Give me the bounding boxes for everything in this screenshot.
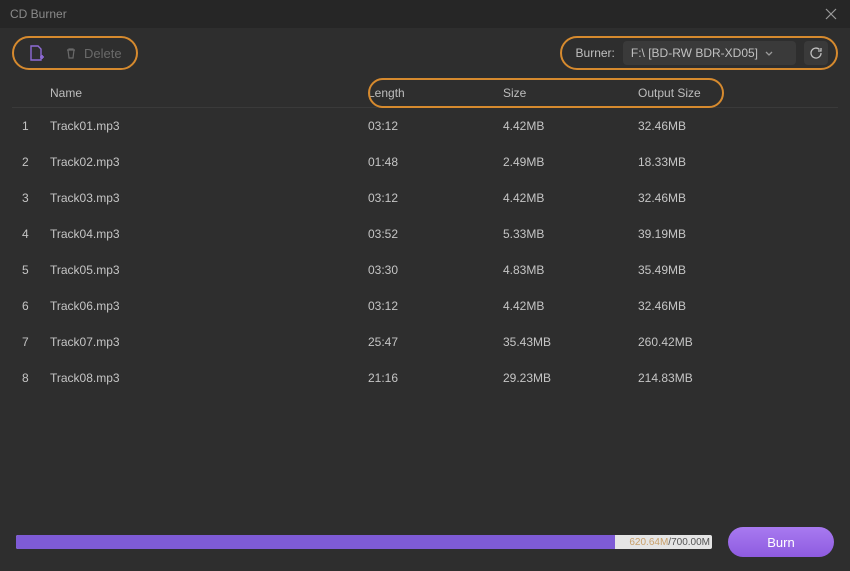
row-index: 1 bbox=[12, 119, 50, 133]
row-index: 7 bbox=[12, 335, 50, 349]
titlebar: CD Burner bbox=[0, 0, 850, 28]
row-size: 4.83MB bbox=[503, 263, 638, 277]
left-actions-highlight: Delete bbox=[12, 36, 138, 70]
window-title: CD Burner bbox=[10, 7, 822, 21]
row-length: 03:52 bbox=[368, 227, 503, 241]
col-size: Size bbox=[503, 86, 638, 100]
refresh-button[interactable] bbox=[804, 41, 828, 65]
track-table: Name Length Size Output Size 1Track01.mp… bbox=[0, 78, 850, 396]
burner-selection-highlight: Burner: F:\ [BD-RW BDR-XD05] bbox=[560, 36, 838, 70]
col-name: Name bbox=[50, 86, 368, 100]
row-length: 01:48 bbox=[368, 155, 503, 169]
burner-value: F:\ [BD-RW BDR-XD05] bbox=[631, 46, 758, 60]
table-row[interactable]: 2Track02.mp301:482.49MB18.33MB bbox=[12, 144, 838, 180]
col-length: Length bbox=[368, 86, 503, 100]
row-index: 3 bbox=[12, 191, 50, 205]
row-index: 6 bbox=[12, 299, 50, 313]
row-length: 03:12 bbox=[368, 299, 503, 313]
row-length: 03:12 bbox=[368, 119, 503, 133]
chevron-down-icon bbox=[764, 48, 774, 58]
col-output: Output Size bbox=[638, 86, 838, 100]
burner-dropdown[interactable]: F:\ [BD-RW BDR-XD05] bbox=[623, 41, 796, 65]
row-name: Track02.mp3 bbox=[50, 155, 368, 169]
row-size: 5.33MB bbox=[503, 227, 638, 241]
row-index: 5 bbox=[12, 263, 50, 277]
row-name: Track06.mp3 bbox=[50, 299, 368, 313]
row-size: 29.23MB bbox=[503, 371, 638, 385]
row-size: 4.42MB bbox=[503, 299, 638, 313]
row-length: 03:12 bbox=[368, 191, 503, 205]
table-row[interactable]: 6Track06.mp303:124.42MB32.46MB bbox=[12, 288, 838, 324]
row-output: 35.49MB bbox=[638, 263, 838, 277]
table-row[interactable]: 3Track03.mp303:124.42MB32.46MB bbox=[12, 180, 838, 216]
row-size: 4.42MB bbox=[503, 119, 638, 133]
row-name: Track04.mp3 bbox=[50, 227, 368, 241]
table-row[interactable]: 4Track04.mp303:525.33MB39.19MB bbox=[12, 216, 838, 252]
table-row[interactable]: 1Track01.mp303:124.42MB32.46MB bbox=[12, 108, 838, 144]
table-body: 1Track01.mp303:124.42MB32.46MB2Track02.m… bbox=[12, 108, 838, 396]
burn-button[interactable]: Burn bbox=[728, 527, 834, 557]
row-output: 18.33MB bbox=[638, 155, 838, 169]
row-name: Track07.mp3 bbox=[50, 335, 368, 349]
toolbar: Delete Burner: F:\ [BD-RW BDR-XD05] bbox=[0, 28, 850, 78]
row-length: 03:30 bbox=[368, 263, 503, 277]
row-output: 39.19MB bbox=[638, 227, 838, 241]
add-file-icon[interactable] bbox=[28, 44, 46, 62]
row-output: 32.46MB bbox=[638, 299, 838, 313]
row-length: 25:47 bbox=[368, 335, 503, 349]
row-index: 2 bbox=[12, 155, 50, 169]
delete-label: Delete bbox=[84, 46, 122, 61]
capacity-text: 620.64M/700.00M bbox=[629, 535, 710, 549]
delete-button[interactable]: Delete bbox=[64, 46, 122, 61]
row-name: Track01.mp3 bbox=[50, 119, 368, 133]
row-index: 4 bbox=[12, 227, 50, 241]
table-header: Name Length Size Output Size bbox=[12, 78, 838, 108]
footer: 620.64M/700.00M Burn bbox=[0, 513, 850, 571]
row-name: Track03.mp3 bbox=[50, 191, 368, 205]
row-name: Track08.mp3 bbox=[50, 371, 368, 385]
capacity-bar: 620.64M/700.00M bbox=[16, 535, 712, 549]
table-row[interactable]: 5Track05.mp303:304.83MB35.49MB bbox=[12, 252, 838, 288]
row-output: 32.46MB bbox=[638, 191, 838, 205]
trash-icon bbox=[64, 46, 78, 60]
row-size: 4.42MB bbox=[503, 191, 638, 205]
row-output: 32.46MB bbox=[638, 119, 838, 133]
row-index: 8 bbox=[12, 371, 50, 385]
table-row[interactable]: 8Track08.mp321:1629.23MB214.83MB bbox=[12, 360, 838, 396]
row-size: 35.43MB bbox=[503, 335, 638, 349]
row-output: 260.42MB bbox=[638, 335, 838, 349]
table-row[interactable]: 7Track07.mp325:4735.43MB260.42MB bbox=[12, 324, 838, 360]
row-size: 2.49MB bbox=[503, 155, 638, 169]
row-length: 21:16 bbox=[368, 371, 503, 385]
row-name: Track05.mp3 bbox=[50, 263, 368, 277]
capacity-total: 700.00M bbox=[671, 537, 710, 548]
close-button[interactable] bbox=[822, 5, 840, 23]
row-output: 214.83MB bbox=[638, 371, 838, 385]
burner-label: Burner: bbox=[576, 46, 615, 60]
capacity-fill bbox=[16, 535, 615, 549]
capacity-used: 620.64M bbox=[629, 537, 668, 548]
